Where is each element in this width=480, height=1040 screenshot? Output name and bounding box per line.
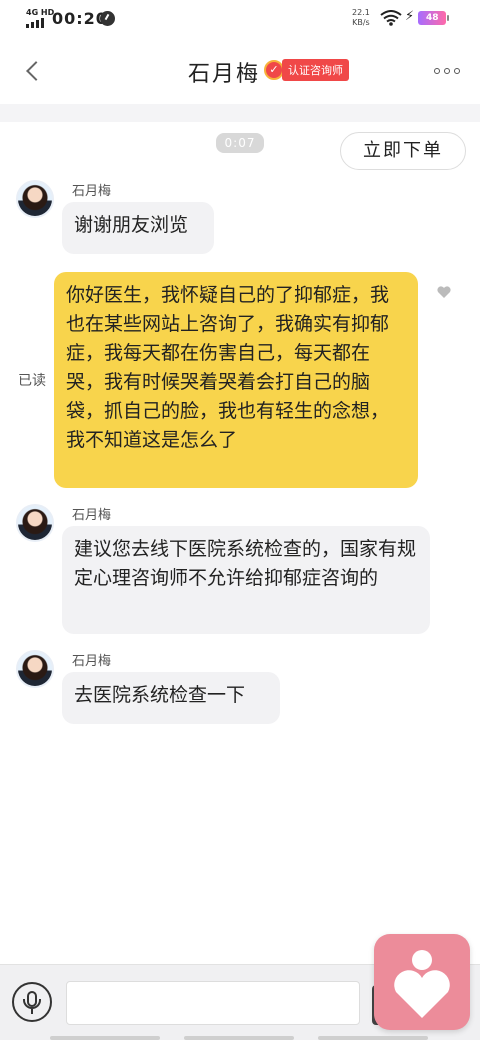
like-icon[interactable]	[436, 284, 452, 300]
nav-indicator	[318, 1036, 428, 1040]
battery-level: 48	[426, 13, 439, 23]
chat-area[interactable]: 0:07 立即下单 石月梅 谢谢朋友浏览 你好医生，我怀疑自己的了抑郁症，我也在…	[0, 122, 480, 964]
avatar[interactable]	[16, 180, 54, 218]
badge-label: 认证咨询师	[282, 59, 349, 81]
mic-icon[interactable]	[12, 982, 52, 1022]
status-bar: 4G HD 00:20 22.1 KB/s ⚡ 48	[0, 0, 480, 38]
charging-icon: ⚡	[405, 9, 415, 24]
back-icon[interactable]	[22, 56, 46, 86]
signal-icon	[26, 18, 44, 28]
speed-value: 22.1	[352, 8, 370, 17]
order-now-button[interactable]: 立即下单	[340, 132, 466, 170]
message-bubble[interactable]: 去医院系统检查一下	[62, 672, 280, 724]
heart-button[interactable]	[374, 934, 470, 1030]
nav-indicator	[50, 1036, 160, 1040]
wifi-icon	[380, 10, 402, 26]
message-bubble[interactable]: 建议您去线下医院系统检查的，国家有规定心理咨询师不允许给抑郁症咨询的	[62, 526, 430, 634]
timer: 0:07	[216, 133, 264, 153]
my-message-bubble[interactable]: 你好医生，我怀疑自己的了抑郁症，我也在某些网站上咨询了，我确实有抑郁症，我每天都…	[54, 272, 418, 488]
verified-badge-icon: ✓	[264, 60, 284, 80]
nav-indicator	[184, 1036, 294, 1040]
battery-icon: 48	[418, 11, 449, 25]
more-icon[interactable]	[434, 68, 460, 74]
sender-name: 石月梅	[72, 184, 112, 199]
speed-unit: KB/s	[352, 18, 370, 27]
network-type: 4G HD	[26, 8, 55, 17]
message-input[interactable]	[66, 981, 360, 1025]
alarm-icon	[100, 11, 115, 26]
message-bubble[interactable]: 谢谢朋友浏览	[62, 202, 214, 254]
verified-badge: ✓ 认证咨询师	[264, 59, 349, 81]
sender-name: 石月梅	[72, 508, 112, 523]
avatar[interactable]	[16, 504, 54, 542]
read-status: 已读	[18, 373, 46, 389]
page-title: 石月梅	[188, 62, 261, 87]
chat-header: 石月梅 ✓ 认证咨询师	[0, 38, 480, 104]
sender-name: 石月梅	[72, 654, 112, 669]
heart-icon	[394, 950, 450, 1018]
network-speed: 22.1 KB/s	[352, 8, 370, 28]
avatar[interactable]	[16, 650, 54, 688]
